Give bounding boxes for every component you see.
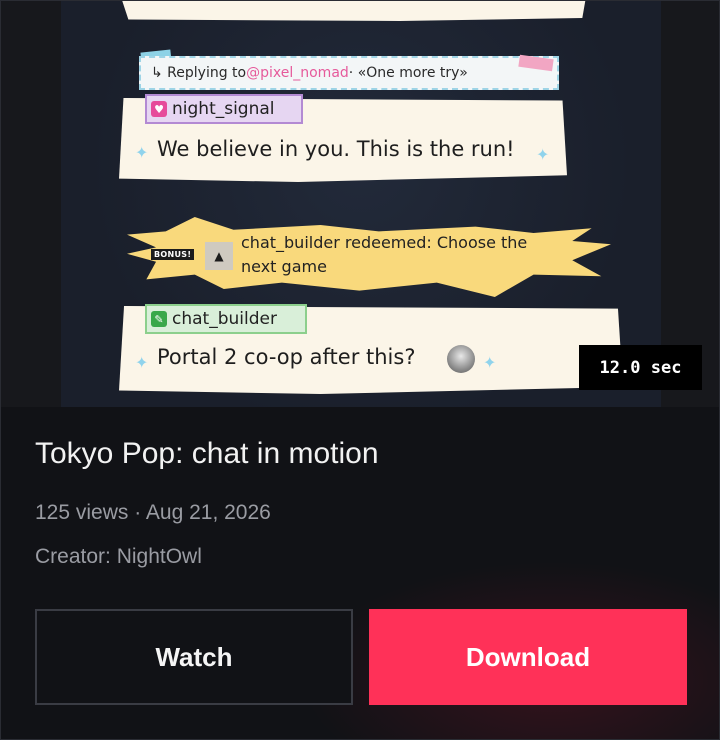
reply-mention: @pixel_nomad: [246, 65, 349, 81]
chat-message-text: Portal 2 co-op after this?: [157, 345, 416, 369]
emote-avatar-icon: [447, 345, 475, 373]
sparkle-icon: ✦: [135, 353, 149, 372]
username: chat_builder: [172, 309, 277, 329]
sparkle-icon: ✦: [135, 143, 149, 162]
pencil-icon: ✎: [151, 311, 167, 327]
video-meta: 125 views · Aug 21, 2026: [35, 501, 271, 524]
sparkle-icon: ✦: [483, 353, 497, 372]
username-tag: ✎ chat_builder: [145, 304, 307, 334]
username: night_signal: [172, 99, 275, 119]
triangle-up-icon: ▲: [205, 242, 233, 270]
watch-button[interactable]: Watch: [35, 609, 353, 705]
reply-prefix: ↳ Replying to: [151, 65, 247, 81]
heart-icon: ♥: [151, 101, 167, 117]
video-title: Tokyo Pop: chat in motion: [35, 437, 379, 470]
download-button[interactable]: Download: [369, 609, 687, 705]
video-preview[interactable]: ↳ Replying to @pixel_nomad · «One more t…: [1, 1, 719, 407]
reply-suffix: · «One more try»: [348, 65, 468, 81]
redemption-text: chat_builder redeemed: Choose the next g…: [241, 233, 528, 276]
previous-message-bubble: [119, 1, 587, 21]
bonus-badge: BONUS!: [151, 249, 195, 260]
video-creator: Creator: NightOwl: [35, 545, 202, 568]
username-tag: ♥ night_signal: [145, 94, 303, 124]
duration-badge: 12.0 sec: [579, 345, 702, 390]
video-card: ↳ Replying to @pixel_nomad · «One more t…: [0, 0, 720, 740]
reply-indicator: ↳ Replying to @pixel_nomad · «One more t…: [139, 56, 559, 90]
chat-message-text: We believe in you. This is the run!: [157, 137, 515, 161]
sparkle-icon: ✦: [536, 145, 550, 164]
